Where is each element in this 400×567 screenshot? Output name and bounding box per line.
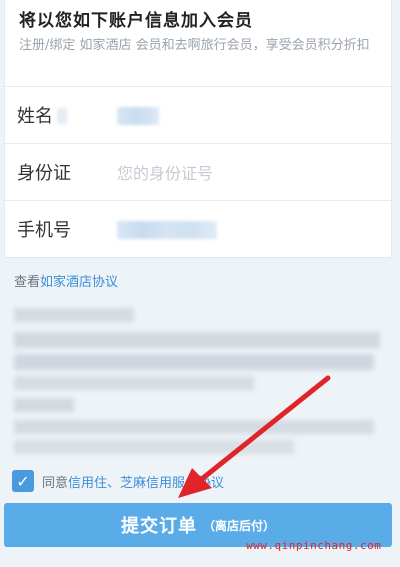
hotel-protocol-link[interactable]: 如家酒店协议 [40, 275, 118, 290]
hotel-protocol: 查看如家酒店协议 [14, 271, 118, 290]
redacted-line [14, 332, 380, 348]
name-value-blurred [117, 107, 159, 125]
id-label: 身份证 [17, 163, 71, 184]
name-label: 姓名 [17, 106, 53, 127]
redacted-line [14, 308, 134, 322]
phone-row[interactable]: 手机号 [5, 200, 391, 257]
agreement-text: 同意信用住、芝麻信用服务协议 [42, 472, 224, 491]
redacted-line [14, 398, 74, 412]
redacted-line [14, 420, 374, 434]
redacted-line [14, 440, 294, 454]
submit-sub-label: （离店后付） [202, 518, 275, 533]
site-watermark: www.qinpinchang.com [246, 539, 382, 552]
member-description: 注册/绑定 如家酒店 会员和去啊旅行会员，享受会员积分折扣 [19, 38, 370, 53]
agreement-row: ✓ 同意信用住、芝麻信用服务协议 [12, 470, 224, 492]
name-row[interactable]: 姓名 [5, 86, 391, 143]
agreement-prefix: 同意 [42, 475, 69, 491]
id-input[interactable]: 您的身份证号 [117, 160, 213, 184]
phone-value-blurred [117, 221, 217, 239]
member-card: 将以您如下账户信息加入会员 注册/绑定 如家酒店 会员和去啊旅行会员，享受会员积… [4, 0, 392, 258]
member-title: 将以您如下账户信息加入会员 [19, 11, 253, 31]
agreement-checkbox[interactable]: ✓ [12, 470, 34, 492]
name-blur-mask [57, 108, 67, 124]
redacted-line [14, 376, 254, 390]
id-row[interactable]: 身份证 您的身份证号 [5, 143, 391, 200]
submit-label: 提交订单 [120, 516, 197, 537]
redacted-line [14, 354, 374, 370]
phone-label: 手机号 [17, 220, 71, 241]
agreement-link[interactable]: 信用住、芝麻信用服务协议 [68, 476, 224, 491]
member-header: 将以您如下账户信息加入会员 注册/绑定 如家酒店 会员和去啊旅行会员，享受会员积… [5, 0, 391, 86]
protocol-prefix: 查看 [14, 275, 41, 290]
